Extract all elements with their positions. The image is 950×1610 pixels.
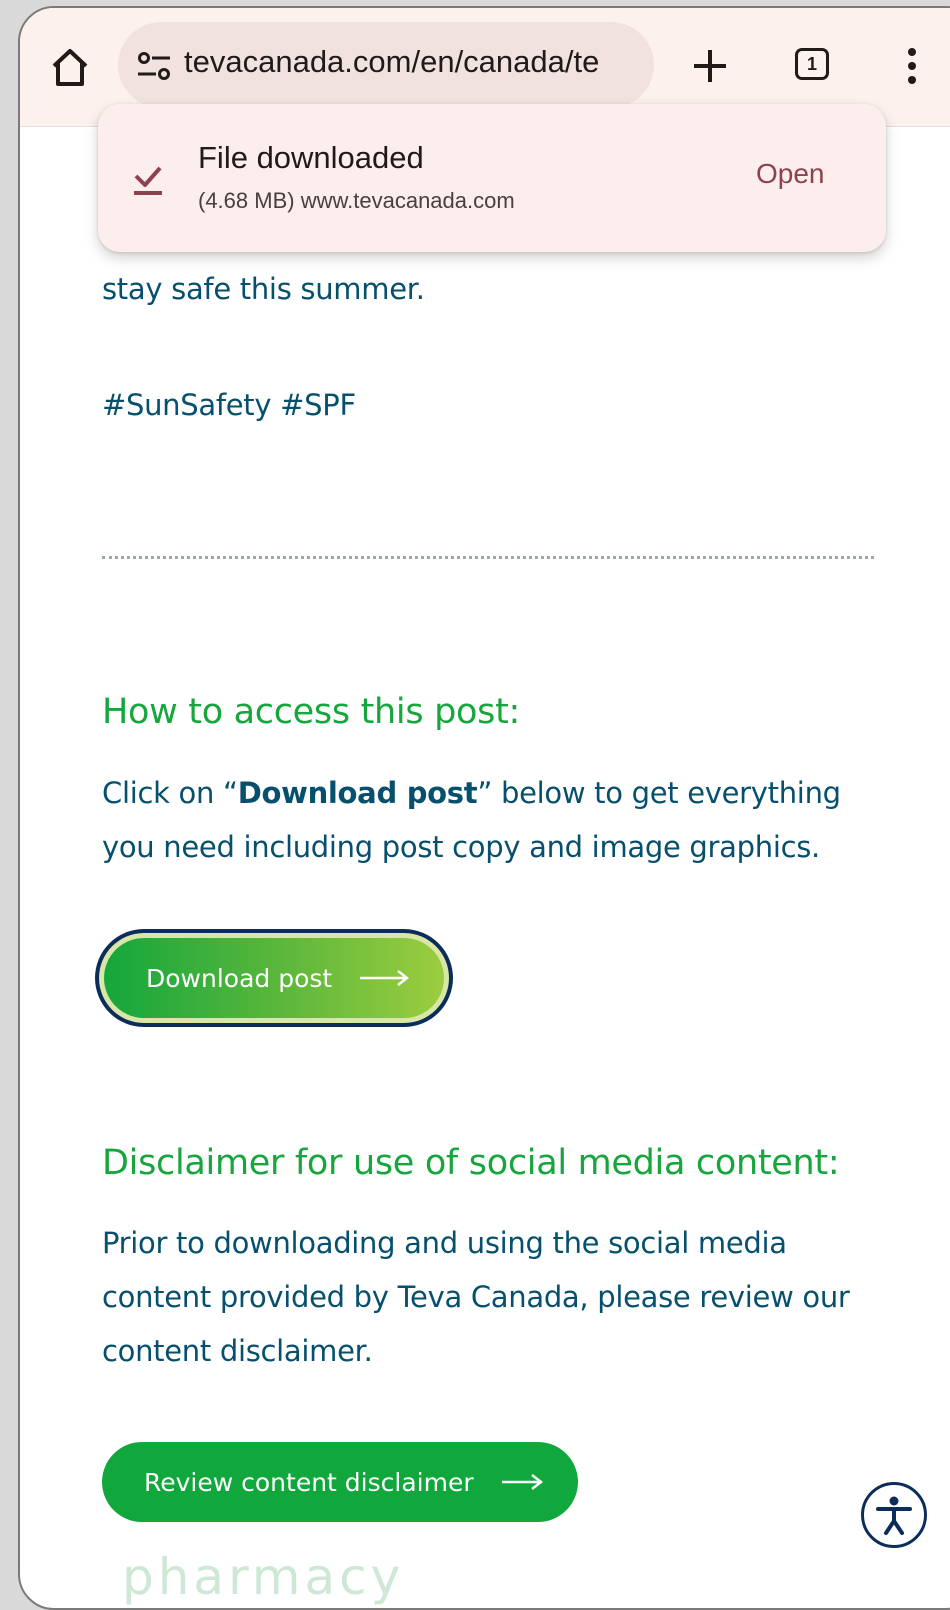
arrow-right-icon (360, 970, 410, 986)
address-bar[interactable]: tevacanada.com/en/canada/te (118, 22, 654, 108)
download-post-focus-ring: Download post (99, 933, 449, 1023)
arrow-right-icon (501, 1474, 543, 1490)
accessibility-icon (876, 1496, 912, 1535)
download-post-button[interactable]: Download post (95, 929, 453, 1027)
home-button[interactable] (48, 46, 92, 90)
intro-text-tail: stay safe this summer. (102, 272, 425, 306)
site-settings-icon[interactable] (136, 50, 172, 82)
download-post-button-body: Download post (104, 938, 444, 1018)
toast-title: File downloaded (198, 140, 424, 175)
access-text-bold: Download post (237, 776, 478, 810)
download-check-icon (134, 166, 162, 195)
next-section-peek: pharmacy (122, 1548, 405, 1606)
review-disclaimer-button[interactable]: Review content disclaimer (102, 1442, 578, 1522)
accessibility-button[interactable] (861, 1482, 927, 1548)
url-text: tevacanada.com/en/canada/te (184, 44, 600, 79)
download-post-label: Download post (146, 963, 333, 993)
home-icon (52, 49, 88, 86)
download-toast: File downloaded (4.68 MB) www.tevacanada… (98, 104, 886, 252)
access-heading: How to access this post: (102, 692, 520, 732)
disclaimer-paragraph: Prior to downloading and using the socia… (102, 1226, 850, 1368)
more-vert-icon (908, 48, 916, 84)
review-disclaimer-label: Review content disclaimer (144, 1467, 474, 1497)
access-text-before: Click on “ (102, 776, 238, 810)
section-divider (102, 556, 874, 559)
plus-icon (694, 50, 726, 82)
access-paragraph: Click on “Download post” below to get ev… (102, 766, 862, 874)
tab-switcher-button[interactable]: 1 (795, 48, 829, 80)
hashtags: #SunSafety #SPF (102, 388, 356, 422)
browser-menu-button[interactable] (902, 44, 922, 88)
phone-screen: tevacanada.com/en/canada/te 1 stay safe … (18, 6, 950, 1610)
toast-subtitle: (4.68 MB) www.tevacanada.com (198, 188, 515, 213)
tab-count: 1 (806, 54, 817, 74)
disclaimer-heading: Disclaimer for use of social media conte… (102, 1143, 840, 1183)
new-tab-button[interactable] (688, 44, 732, 88)
toast-open-button[interactable]: Open (756, 158, 825, 190)
